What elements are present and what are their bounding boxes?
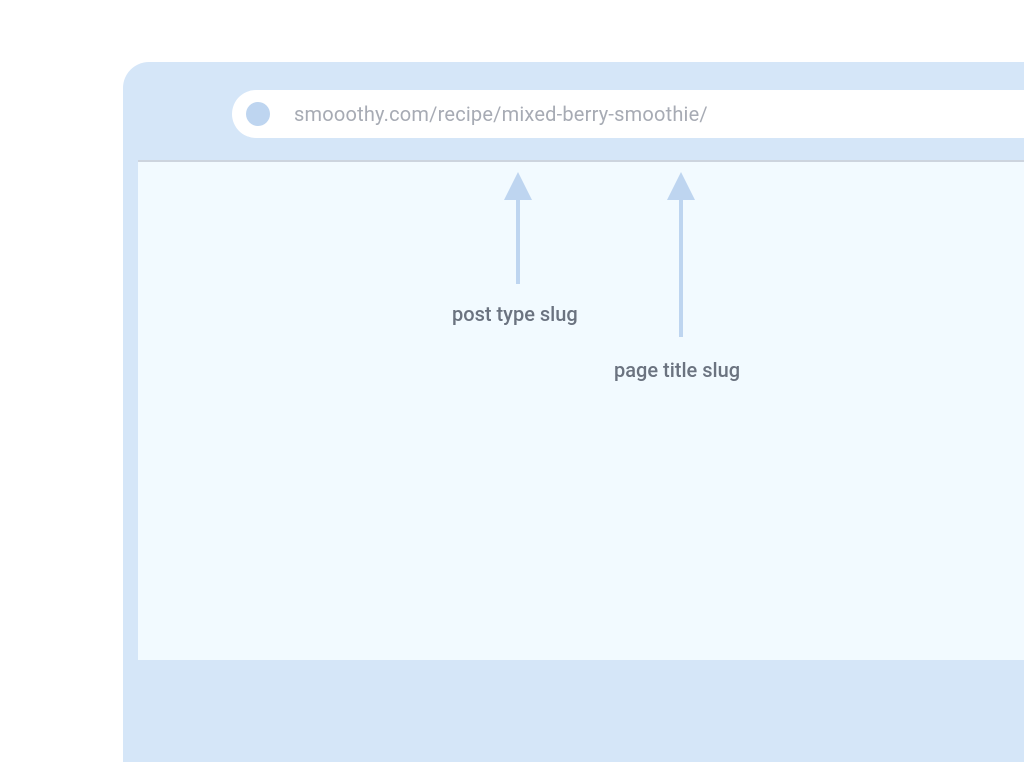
address-bar[interactable]: smooothy.com/recipe/mixed-berry-smoothie… — [232, 90, 1024, 138]
url-text: smooothy.com/recipe/mixed-berry-smoothie… — [294, 102, 708, 126]
label-post-type: post type slug — [452, 302, 578, 326]
browser-content-area — [138, 160, 1024, 660]
site-indicator-icon — [246, 102, 270, 126]
arrow-post-type — [498, 172, 538, 284]
arrow-page-title — [661, 172, 701, 337]
label-page-title: page title slug — [614, 358, 740, 382]
